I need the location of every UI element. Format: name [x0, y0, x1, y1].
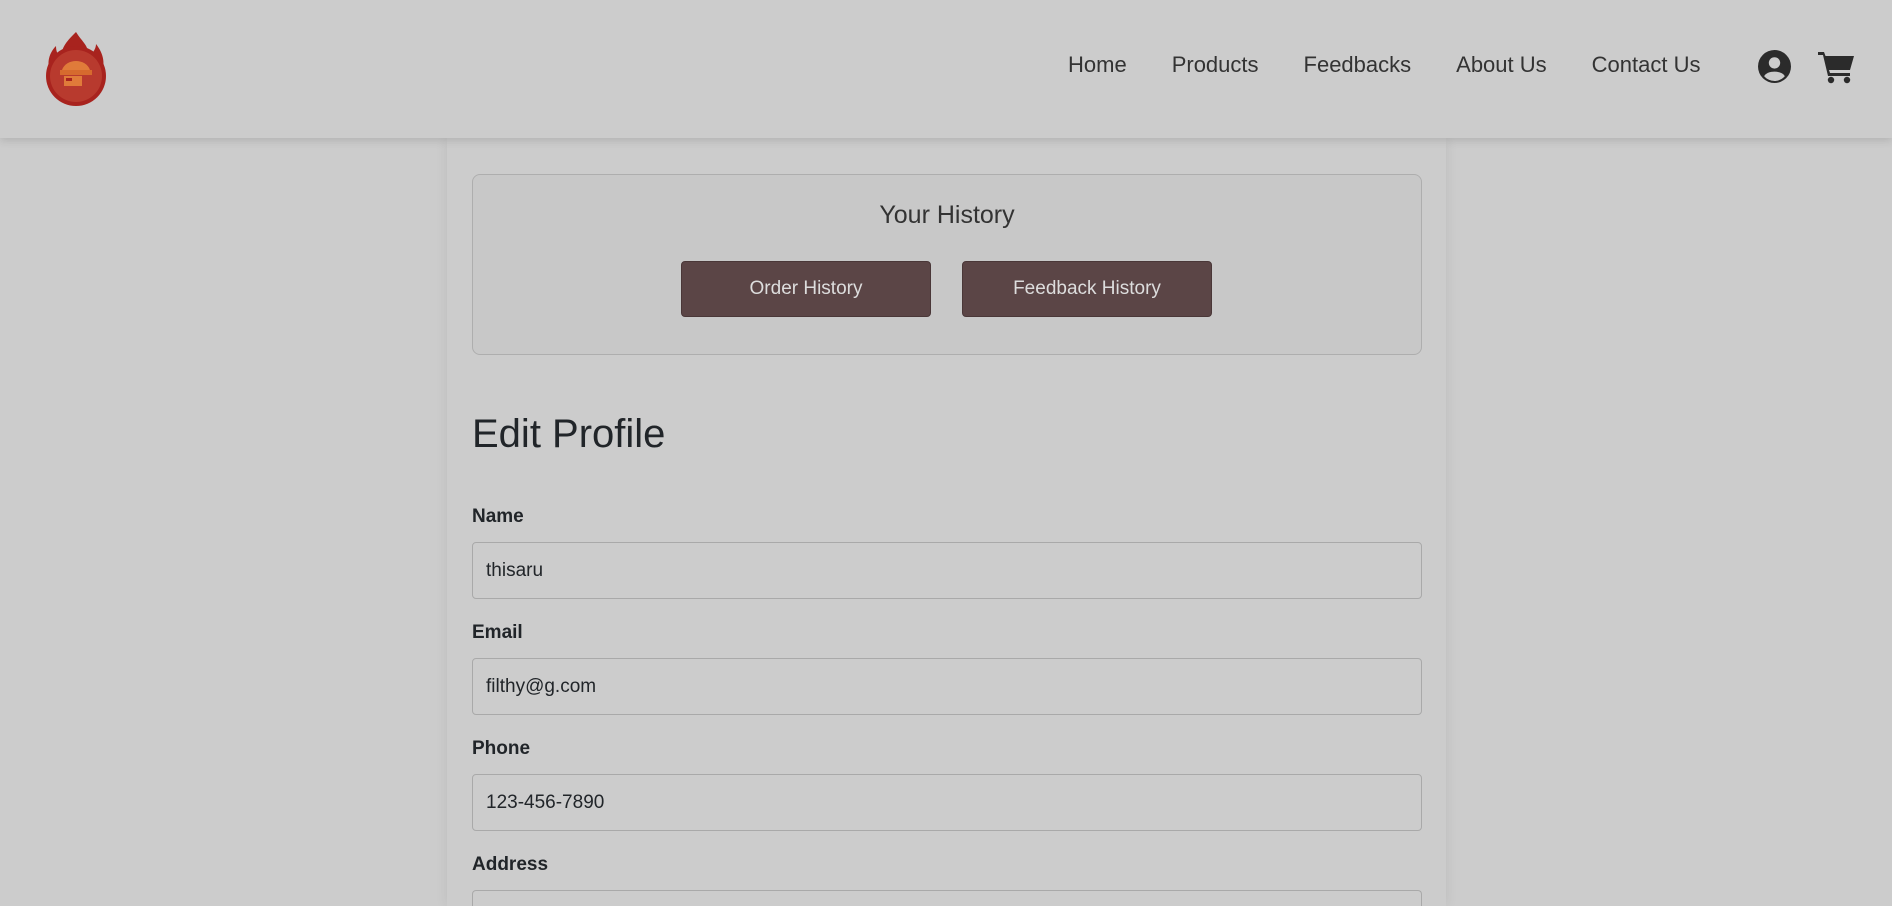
order-history-button[interactable]: Order History — [681, 261, 931, 317]
flame-chef-logo[interactable] — [42, 30, 110, 108]
phone-label: Phone — [472, 738, 531, 759]
feedback-history-button[interactable]: Feedback History — [962, 261, 1212, 317]
nav-link-feedbacks[interactable]: Feedbacks — [1304, 52, 1412, 78]
name-field[interactable] — [472, 542, 1422, 599]
edit-profile-title: Edit Profile — [472, 412, 666, 456]
phone-field[interactable] — [472, 774, 1422, 831]
navbar: Home Products Feedbacks About Us Contact… — [0, 0, 1892, 138]
nav-link-contact-us[interactable]: Contact Us — [1592, 52, 1701, 78]
nav-link-about-us[interactable]: About Us — [1456, 52, 1547, 78]
user-circle-icon[interactable] — [1758, 50, 1791, 83]
address-label: Address — [472, 854, 549, 875]
email-field[interactable] — [472, 658, 1422, 715]
shopping-cart-icon[interactable] — [1818, 50, 1856, 84]
nav-link-home[interactable]: Home — [1068, 52, 1127, 78]
nav-links: Home Products Feedbacks About Us Contact… — [1068, 52, 1700, 78]
address-field[interactable] — [472, 890, 1422, 906]
nav-link-products[interactable]: Products — [1172, 52, 1259, 78]
email-label: Email — [472, 622, 523, 643]
history-card: Your History Order History Feedback Hist… — [472, 174, 1422, 355]
history-title: Your History — [879, 201, 1015, 229]
name-label: Name — [472, 506, 524, 527]
